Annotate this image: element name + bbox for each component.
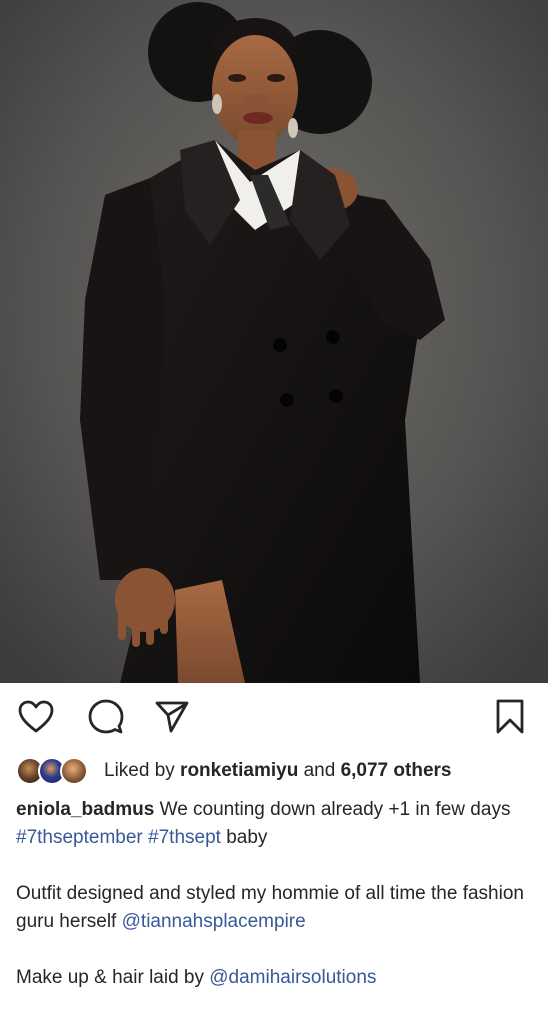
post-action-bar bbox=[0, 683, 548, 753]
caption-gap bbox=[16, 852, 536, 880]
bookmark-icon[interactable] bbox=[490, 697, 530, 737]
likes-text: Liked by ronketiamiyu and 6,077 others bbox=[104, 756, 451, 786]
caption-credit-makeup: Make up & hair laid by @damihairsolution… bbox=[16, 964, 536, 992]
caption-text: baby bbox=[220, 827, 268, 848]
likes-middle: and bbox=[298, 760, 341, 781]
liker-username[interactable]: ronketiamiyu bbox=[180, 760, 298, 781]
caption-credit-outfit: Outfit designed and styled my hommie of … bbox=[16, 880, 536, 936]
likes-summary[interactable]: Liked by ronketiamiyu and 6,077 others bbox=[16, 756, 536, 786]
likes-count[interactable]: 6,077 others bbox=[341, 760, 452, 781]
liker-avatars bbox=[16, 756, 94, 786]
mention-link[interactable]: @tiannahsplacempire bbox=[122, 911, 306, 932]
comment-icon[interactable] bbox=[86, 697, 126, 737]
send-icon[interactable] bbox=[152, 697, 192, 737]
hashtag-link[interactable]: #7thsept bbox=[148, 827, 221, 848]
likes-prefix: Liked by bbox=[104, 760, 181, 781]
caption-line: eniola_badmus We counting down already +… bbox=[16, 796, 536, 824]
post-photo[interactable] bbox=[0, 0, 548, 683]
caption-text: Make up & hair laid by bbox=[16, 967, 210, 988]
avatar bbox=[60, 757, 88, 785]
hashtag-link[interactable]: #7thseptember bbox=[16, 827, 143, 848]
portrait-photo bbox=[0, 0, 548, 683]
caption-username[interactable]: eniola_badmus bbox=[16, 799, 154, 820]
caption-gap bbox=[16, 936, 536, 964]
mention-link[interactable]: @damihairsolutions bbox=[209, 967, 376, 988]
caption-hashtags: #7thseptember #7thsept baby bbox=[16, 824, 536, 852]
post-caption: eniola_badmus We counting down already +… bbox=[16, 796, 536, 992]
caption-text: We counting down already +1 in few days bbox=[154, 799, 511, 820]
heart-icon[interactable] bbox=[16, 697, 56, 737]
